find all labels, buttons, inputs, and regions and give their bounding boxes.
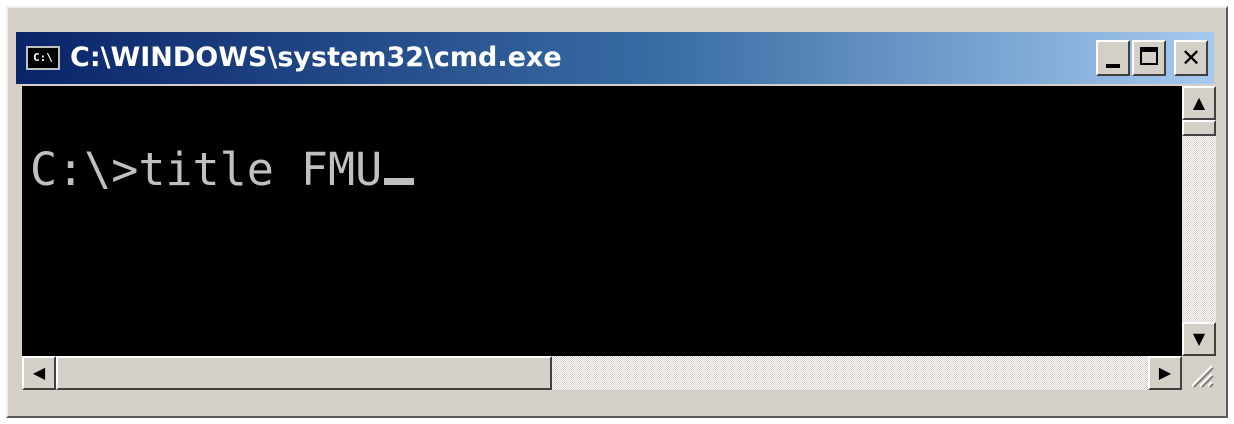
scroll-down-button[interactable]: ▼	[1182, 322, 1216, 356]
left-arrow-icon: ◀	[32, 363, 46, 382]
title-bar[interactable]: C:\ C:\WINDOWS\system32\cmd.exe ✕	[16, 32, 1214, 84]
scroll-up-button[interactable]: ▲	[1182, 86, 1216, 120]
vertical-scrollbar[interactable]: ▲ ▼	[1182, 86, 1216, 356]
text-cursor	[384, 178, 415, 185]
close-icon: ✕	[1180, 44, 1202, 72]
down-arrow-icon: ▼	[1192, 329, 1206, 348]
up-arrow-icon: ▲	[1192, 93, 1206, 112]
scroll-left-button[interactable]: ◀	[22, 356, 56, 390]
minimize-icon	[1106, 64, 1120, 68]
vertical-scroll-thumb[interactable]	[1182, 120, 1216, 136]
scroll-right-button[interactable]: ▶	[1148, 356, 1182, 390]
right-arrow-icon: ▶	[1158, 363, 1172, 382]
horizontal-scrollbar[interactable]: ◀ ▶	[22, 356, 1182, 390]
command-text: title FMU	[138, 143, 383, 196]
close-button[interactable]: ✕	[1174, 40, 1208, 76]
resize-grip-icon	[1191, 365, 1214, 388]
console-icon-label: C:\	[33, 51, 53, 64]
horizontal-scroll-thumb[interactable]	[56, 356, 552, 390]
maximize-button[interactable]	[1132, 40, 1166, 76]
minimize-button[interactable]	[1096, 40, 1130, 76]
prompt: C:\>	[30, 143, 139, 196]
console-output[interactable]: C:\>title FMU	[22, 86, 1182, 356]
window-title: C:\WINDOWS\system32\cmd.exe	[70, 42, 562, 73]
console-icon[interactable]: C:\	[26, 46, 60, 70]
resize-grip[interactable]	[1182, 356, 1216, 390]
maximize-icon	[1140, 47, 1158, 65]
console-line: C:\>title FMU	[30, 142, 415, 198]
